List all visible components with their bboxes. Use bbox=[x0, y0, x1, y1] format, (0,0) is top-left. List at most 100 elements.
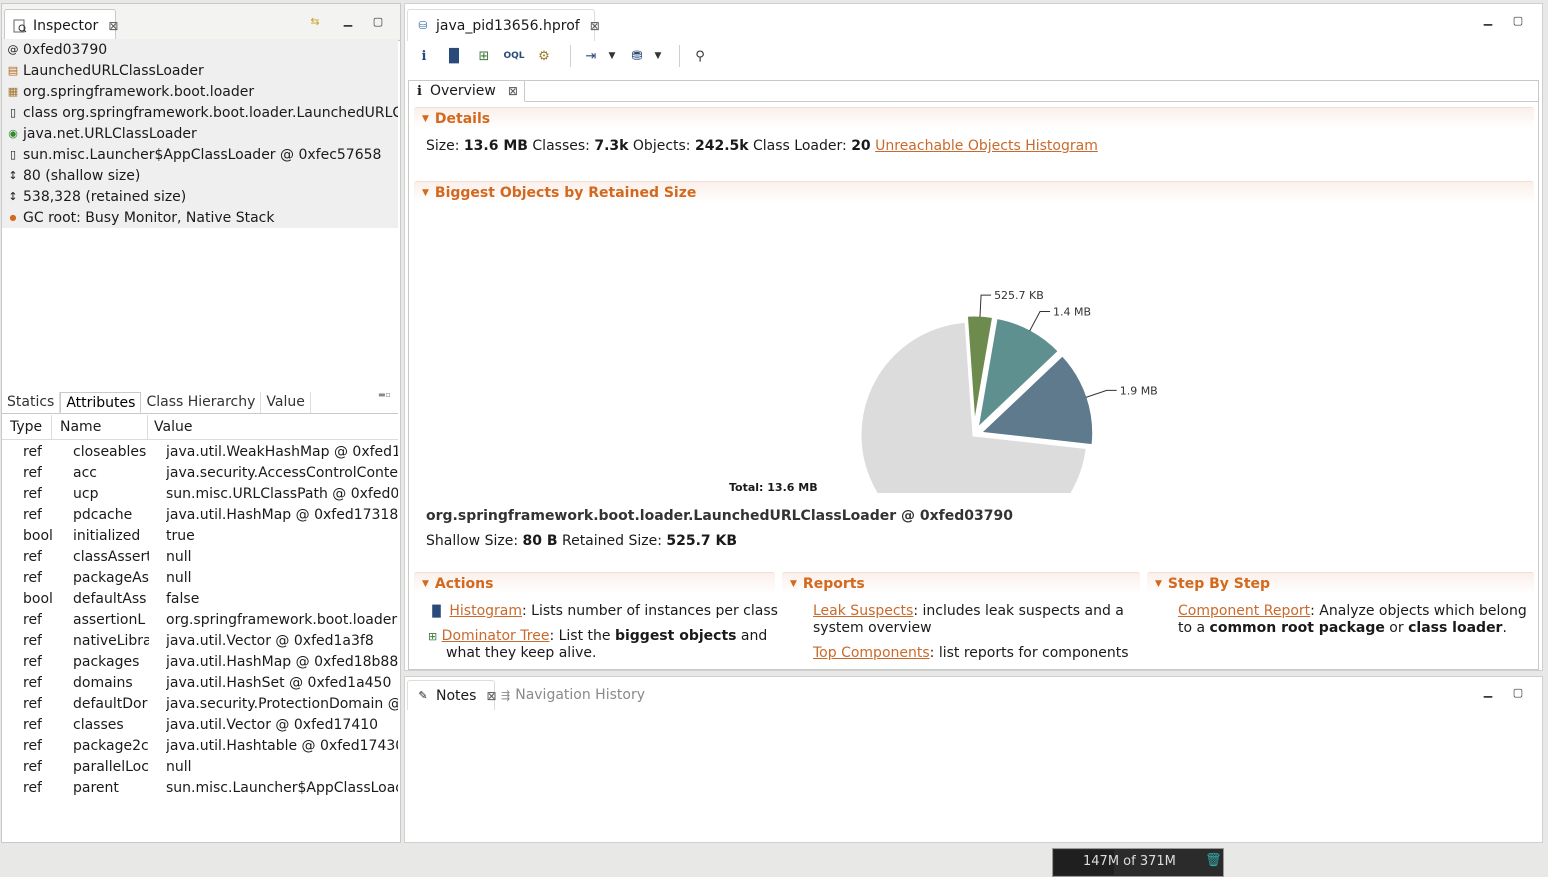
dominator-tree-icon[interactable]: ⊞ bbox=[472, 45, 496, 67]
garbage-collect-icon[interactable]: 🗑 bbox=[1205, 853, 1222, 871]
table-row[interactable]: ref domains java.util.HashSet @ 0xfed1a450 bbox=[2, 673, 398, 694]
superclass-icon: ◉ bbox=[8, 126, 18, 140]
chevron-down-icon[interactable]: ▼ bbox=[605, 45, 619, 67]
oql-icon[interactable]: OQL bbox=[502, 45, 526, 67]
tab-attributes[interactable]: Attributes bbox=[60, 392, 142, 413]
inspector-icon bbox=[13, 19, 27, 33]
details-section-header[interactable]: ▼ Details bbox=[414, 107, 1534, 129]
heap-dump-icon: ⛁ bbox=[418, 18, 428, 32]
inspector-row[interactable]: @0xfed03790 bbox=[2, 39, 398, 60]
table-row[interactable]: bool initialized true bbox=[2, 526, 398, 547]
inspector-row[interactable]: ↕ 80 (shallow size) bbox=[2, 165, 398, 186]
table-row[interactable]: ref package2c java.util.Hashtable @ 0xfed1… bbox=[2, 736, 398, 757]
table-row[interactable]: ref pdcache java.util.HashMap @ 0xfed17318 bbox=[2, 505, 398, 526]
leak-suspects-desc: system overview bbox=[813, 620, 932, 636]
inspector-row[interactable]: ▯ sun.misc.Launcher$AppClassLoader @ 0xfe… bbox=[2, 144, 398, 165]
subtab-window-controls[interactable]: ▬▫ bbox=[378, 390, 391, 399]
component-report-action: Component Report: Analyze objects which … bbox=[1178, 603, 1527, 619]
table-row[interactable]: ref defaultDor java.security.ProtectionDom… bbox=[2, 694, 398, 715]
maximize-icon[interactable]: ▢ bbox=[1511, 686, 1525, 700]
table-row[interactable]: ref packageAs null bbox=[2, 568, 398, 589]
column-value[interactable]: Value bbox=[154, 419, 192, 435]
inspector-row[interactable]: ▦ org.springframework.boot.loader bbox=[2, 81, 398, 102]
component-report-link[interactable]: Component Report bbox=[1178, 603, 1310, 619]
overview-icon[interactable]: i bbox=[412, 45, 436, 67]
pie-leader-line bbox=[1085, 389, 1117, 398]
tab-value[interactable]: Value bbox=[261, 392, 311, 413]
minimize-icon[interactable]: ▁ bbox=[341, 14, 355, 28]
inspector-row[interactable]: ▤ LaunchedURLClassLoader bbox=[2, 60, 398, 81]
info-icon: i bbox=[417, 83, 422, 99]
toolbar-separator bbox=[570, 45, 571, 67]
maximize-icon[interactable]: ▢ bbox=[371, 15, 385, 29]
shallow-size-icon: ↕ bbox=[8, 168, 18, 182]
table-row[interactable]: ref acc java.security.AccessControlConte: bbox=[2, 463, 398, 484]
classloader-icon: ▯ bbox=[9, 147, 17, 161]
inspector-tab[interactable]: Inspector ⊠ bbox=[4, 9, 118, 41]
notes-tab[interactable]: ✎ Notes ⊠ bbox=[407, 680, 497, 710]
table-row[interactable]: ref ucp sun.misc.URLClassPath @ 0xfed03 bbox=[2, 484, 398, 505]
table-row[interactable]: ref classes java.util.Vector @ 0xfed17410 bbox=[2, 715, 398, 736]
tab-class-hierarchy[interactable]: Class Hierarchy bbox=[141, 392, 262, 413]
class-file-icon: ▤ bbox=[7, 63, 19, 77]
inspector-tabbar: Inspector ⊠ ⇆ ▁ ▢ bbox=[2, 4, 400, 41]
leak-suspects-link[interactable]: Leak Suspects bbox=[813, 603, 913, 619]
table-row[interactable]: ref closeables java.util.WeakHashMap @ 0xf… bbox=[2, 442, 398, 463]
table-row[interactable]: ref parent sun.misc.Launcher$AppClassLoad bbox=[2, 778, 398, 799]
close-icon[interactable]: ⊠ bbox=[590, 19, 600, 33]
close-icon[interactable]: ⊠ bbox=[108, 19, 118, 33]
inspector-row[interactable]: ◉ java.net.URLClassLoader bbox=[2, 123, 398, 144]
inspector-row[interactable]: ↕ 538,328 (retained size) bbox=[2, 186, 398, 207]
leak-suspects-action: Leak Suspects: includes leak suspects an… bbox=[813, 603, 1124, 619]
hprof-editor-tab[interactable]: ⛁ java_pid13656.hprof ⊠ bbox=[407, 9, 600, 41]
notes-panel: ✎ Notes ⊠ ⇶ Navigation History ▁ ▢ bbox=[404, 676, 1543, 843]
tab-overview[interactable]: i Overview ⊠ bbox=[409, 81, 525, 102]
minimize-icon[interactable]: ▁ bbox=[1481, 685, 1495, 699]
column-name[interactable]: Name bbox=[60, 419, 101, 435]
close-icon[interactable]: ⊠ bbox=[486, 689, 496, 703]
run-report-icon[interactable]: ⇥ bbox=[579, 45, 603, 67]
query-browser-icon[interactable]: ⛃ bbox=[625, 45, 649, 67]
close-icon[interactable]: ⊠ bbox=[508, 84, 518, 98]
minimize-icon[interactable]: ▁ bbox=[1481, 13, 1495, 27]
tab-statics[interactable]: Statics bbox=[2, 392, 61, 413]
inspector-subtabs: Statics Attributes Class Hierarchy Value bbox=[2, 392, 398, 414]
pie-slice-label: 1.9 MB bbox=[1120, 384, 1158, 397]
toolbar-separator bbox=[679, 45, 680, 67]
selected-object-sizes: Shallow Size: 80 B Retained Size: 525.7 … bbox=[426, 533, 738, 549]
step-by-step-section-header[interactable]: ▼ Step By Step bbox=[1147, 572, 1534, 594]
dominator-tree-desc: what they keep alive. bbox=[446, 645, 597, 661]
thread-overview-icon[interactable]: ⚙ bbox=[532, 45, 556, 67]
column-type[interactable]: Type bbox=[10, 419, 42, 435]
table-row[interactable]: bool defaultAss false bbox=[2, 589, 398, 610]
collapse-icon: ▼ bbox=[422, 578, 429, 589]
details-summary: Size: 13.6 MB Classes: 7.3k Objects: 242… bbox=[426, 138, 1098, 154]
unreachable-objects-link[interactable]: Unreachable Objects Histogram bbox=[875, 138, 1098, 154]
collapse-icon: ▼ bbox=[422, 187, 429, 198]
chevron-down-icon[interactable]: ▼ bbox=[651, 45, 665, 67]
dominator-tree-link[interactable]: Dominator Tree bbox=[442, 628, 550, 644]
table-row[interactable]: ref parallelLoc null bbox=[2, 757, 398, 778]
top-components-link[interactable]: Top Components bbox=[813, 645, 930, 661]
inspector-row[interactable]: ● GC root: Busy Monitor, Native Stack bbox=[2, 207, 398, 228]
reports-section-header[interactable]: ▼ Reports bbox=[782, 572, 1140, 594]
maximize-icon[interactable]: ▢ bbox=[1511, 14, 1525, 28]
selected-object-title: org.springframework.boot.loader.Launched… bbox=[426, 508, 1013, 524]
histogram-icon[interactable]: ▐▌ bbox=[442, 45, 466, 67]
navigation-history-tab[interactable]: ⇶ Navigation History bbox=[501, 687, 645, 703]
pie-slice-label: 525.7 KB bbox=[994, 289, 1044, 302]
table-row[interactable]: ref classAssert null bbox=[2, 547, 398, 568]
table-row[interactable]: ref assertionL org.springframework.boot.lo… bbox=[2, 610, 398, 631]
dominator-tree-action: ⊞ Dominator Tree: List the biggest objec… bbox=[428, 628, 768, 644]
edit-notes-icon: ✎ bbox=[418, 688, 428, 702]
navigation-history-icon: ⇶ bbox=[501, 688, 511, 702]
search-icon[interactable]: ⚲ bbox=[688, 45, 712, 67]
actions-section-header[interactable]: ▼ Actions bbox=[414, 572, 775, 594]
editor-toolbar: i ▐▌ ⊞ OQL ⚙ ⇥ ▼ ⛃ ▼ ⚲ bbox=[412, 44, 718, 68]
histogram-link[interactable]: Histogram bbox=[449, 603, 522, 619]
inspector-row[interactable]: ▯ class org.springframework.boot.loader.L… bbox=[2, 102, 398, 123]
table-row[interactable]: ref nativeLibra java.util.Vector @ 0xfed1a… bbox=[2, 631, 398, 652]
table-row[interactable]: ref packages java.util.HashMap @ 0xfed18b8… bbox=[2, 652, 398, 673]
link-with-editor-icon[interactable]: ⇆ bbox=[308, 15, 322, 29]
biggest-objects-section-header[interactable]: ▼ Biggest Objects by Retained Size bbox=[414, 181, 1534, 203]
